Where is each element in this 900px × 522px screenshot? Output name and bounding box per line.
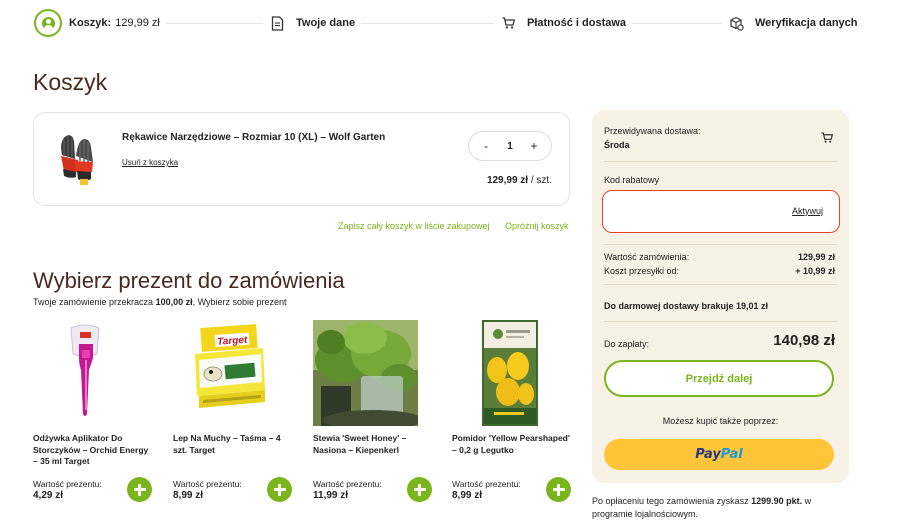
gift-value: 4,29 zł	[33, 490, 64, 501]
gift-section-subtitle: Twoje zamówienie przekracza 100,00 zł, W…	[33, 297, 287, 307]
paypal-logo-pal: Pal	[720, 447, 743, 462]
gift-card: Stewia 'Sweet Honey' – Nasiona – Kiepenk…	[313, 320, 433, 510]
delivery-day: Środa	[604, 140, 630, 150]
quantity-stepper: - 1 +	[468, 131, 552, 161]
add-gift-button[interactable]	[407, 477, 432, 502]
add-gift-button[interactable]	[267, 477, 292, 502]
step-cart-value: 129,99 zł	[115, 17, 160, 29]
delivery-cart-icon	[821, 132, 834, 145]
quantity-value[interactable]: 1	[507, 141, 513, 152]
document-icon	[269, 15, 285, 31]
unit-price-value: 129,99 zł	[486, 175, 529, 186]
cart-icon	[500, 15, 516, 31]
quantity-increase-button[interactable]: +	[527, 139, 541, 153]
step-your-data[interactable]: Twoje dane	[263, 9, 362, 37]
gift-name[interactable]: Stewia 'Sweet Honey' – Nasiona – Kiepenk…	[313, 433, 433, 469]
gift-value-label: Wartość prezentu:	[452, 479, 521, 489]
proceed-button[interactable]: Przejdź dalej	[604, 360, 834, 397]
loyalty-text: Po opłaceniu tego zamówienia zyskasz	[592, 496, 752, 506]
coupon-field-wrapper: Aktywuj	[602, 190, 840, 233]
cart-item: Rękawice Narzędziowe – Rozmiar 10 (XL) –…	[33, 112, 570, 206]
unit-price-suffix: / szt.	[528, 175, 552, 186]
gift-product-image[interactable]	[452, 320, 557, 426]
order-summary: Przewidywana dostawa: Środa Kod rabatowy…	[592, 110, 849, 483]
gift-product-image[interactable]	[33, 320, 138, 426]
empty-cart-link[interactable]: Opróżnij koszyk	[505, 221, 569, 231]
add-gift-button[interactable]	[546, 477, 571, 502]
checkout-stepper: Koszyk: 129,99 zł Twoje dane Płatność i …	[0, 0, 900, 46]
total-value: 140,98 zł	[773, 332, 835, 349]
gift-subtitle-text: Twoje zamówienie przekracza	[33, 297, 156, 307]
box-check-icon	[728, 15, 744, 31]
loyalty-points: 1299.90 pkt.	[751, 496, 803, 506]
paypal-logo-pay: Pay	[695, 447, 721, 462]
gift-name[interactable]: Lep Na Muchy – Taśma – 4 szt. Target	[173, 433, 293, 469]
gift-brand-logo: Target	[217, 335, 249, 348]
step-your-data-label: Twoje dane	[296, 17, 356, 29]
order-value: 129,99 zł	[797, 252, 835, 262]
step-verification[interactable]: Weryfikacja danych	[722, 9, 864, 37]
gloves-product-image[interactable]	[56, 131, 98, 191]
activate-coupon-button[interactable]: Aktywuj	[792, 206, 823, 216]
delivery-label: Przewidywana dostawa:	[604, 126, 701, 136]
gift-name[interactable]: Pomidor 'Yellow Pearshaped' – 0,2 g Legu…	[452, 433, 572, 469]
divider	[604, 321, 837, 322]
order-value-label: Wartość zamówienia:	[604, 252, 690, 262]
unit-price: 129,99 zł / szt.	[487, 175, 552, 186]
gift-value-label: Wartość prezentu:	[313, 479, 382, 489]
gift-card: Target Lep Na Muchy – Taśma – 4 szt. Tar…	[173, 320, 293, 510]
gift-value: 8,99 zł	[173, 490, 204, 501]
step-cart-label: Koszyk:	[69, 17, 112, 29]
gift-name[interactable]: Odżywka Aplikator Do Storczyków – Orchid…	[33, 433, 153, 469]
gift-product-image[interactable]	[313, 320, 418, 426]
step-payment-delivery[interactable]: Płatność i dostawa	[494, 9, 633, 37]
paypal-button[interactable]: Pay Pal	[604, 439, 834, 470]
coupon-label: Kod rabatowy	[604, 175, 660, 185]
save-cart-to-list-link[interactable]: Zapisz cały koszyk w liście zakupowej	[338, 221, 490, 231]
alt-payment-label: Możesz kupić także poprzez:	[662, 416, 779, 426]
step-verification-label: Weryfikacja danych	[755, 17, 858, 29]
stepper-line	[150, 23, 265, 24]
loyalty-info: Po opłaceniu tego zamówienia zyskasz 129…	[592, 495, 842, 521]
gift-card: Pomidor 'Yellow Pearshaped' – 0,2 g Legu…	[452, 320, 572, 510]
step-payment-label: Płatność i dostawa	[527, 17, 627, 29]
divider	[604, 161, 837, 162]
divider	[604, 284, 837, 285]
shipping-cost-label: Koszt przesyłki od:	[604, 266, 680, 276]
cart-item-name[interactable]: Rękawice Narzędziowe – Rozmiar 10 (XL) –…	[122, 132, 385, 143]
page-title: Koszyk	[33, 69, 108, 95]
stepper-line	[355, 23, 500, 24]
step-cart[interactable]: Koszyk: 129,99 zł	[28, 9, 166, 37]
gift-section-title: Wybierz prezent do zamówienia	[33, 268, 345, 293]
user-icon	[34, 9, 62, 37]
gift-product-image[interactable]: Target	[173, 320, 278, 426]
gift-value-label: Wartość prezentu:	[173, 479, 242, 489]
gift-subtitle-text-end: , Wybierz sobie prezent	[192, 297, 287, 307]
gift-value-label: Wartość prezentu:	[33, 479, 102, 489]
total-label: Do zapłaty:	[604, 339, 650, 349]
add-gift-button[interactable]	[127, 477, 152, 502]
free-shipping-info: Do darmowej dostawy brakuje 19,01 zł	[604, 301, 769, 311]
gift-threshold-amount: 100,00 zł	[155, 297, 193, 307]
gift-card: Odżywka Aplikator Do Storczyków – Orchid…	[33, 320, 153, 510]
remove-from-cart-link[interactable]: Usuń z koszyka	[122, 158, 178, 167]
gift-value: 8,99 zł	[452, 490, 483, 501]
quantity-decrease-button[interactable]: -	[479, 139, 493, 153]
stepper-line	[620, 23, 730, 24]
shipping-cost-value: + 10,99 zł	[795, 266, 835, 276]
gift-value: 11,99 zł	[313, 490, 349, 501]
divider	[604, 244, 837, 245]
